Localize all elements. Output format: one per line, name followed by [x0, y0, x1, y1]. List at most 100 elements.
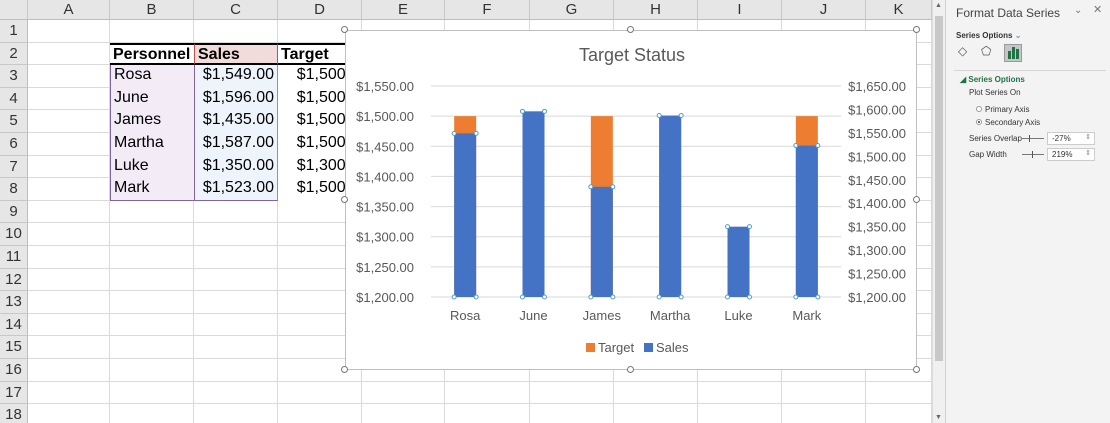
secondary-axis-tick-label: $1,500.00 [848, 149, 906, 164]
primary-axis-radio[interactable]: Primary Axis [976, 105, 1029, 115]
row-header-8[interactable]: 8 [0, 178, 28, 201]
chart-resize-handle[interactable] [913, 26, 920, 33]
series-overlap-slider[interactable] [1022, 135, 1044, 142]
primary-axis-tick-label: $1,500.00 [356, 109, 414, 124]
column-header-J[interactable]: J [782, 0, 866, 20]
selection-point [473, 294, 479, 300]
cell[interactable]: $1,350.00 [194, 155, 278, 179]
bar-sales[interactable] [659, 115, 682, 297]
cell[interactable]: Martha [110, 133, 194, 156]
chart-resize-handle[interactable] [627, 366, 634, 373]
scroll-up-icon[interactable]: ▲ [935, 2, 942, 9]
scroll-thumb[interactable] [935, 16, 943, 361]
column-header-C[interactable]: C [194, 0, 278, 20]
secondary-axis-radio[interactable]: Secondary Axis [976, 118, 1040, 128]
vertical-scrollbar[interactable]: ▲ ▼ [932, 0, 945, 423]
cell[interactable]: $1,435.00 [194, 110, 278, 133]
row-header-15[interactable]: 15 [0, 336, 28, 359]
cell[interactable]: Personnel [110, 42, 194, 66]
selection-point [747, 294, 752, 300]
row-header-4[interactable]: 4 [0, 87, 28, 111]
series-options-section-toggle[interactable]: ◢ Series Options [960, 75, 1025, 85]
series-options-dropdown[interactable]: Series Options ⌄ [956, 31, 1021, 41]
column-header-H[interactable]: H [614, 0, 698, 20]
row-header-11[interactable]: 11 [0, 246, 28, 269]
chart-canvas: Target Status $1,200.00 $1,250.00 $1,300.00… [356, 45, 906, 355]
secondary-axis-tick-label: $1,650.00 [848, 79, 906, 94]
column-header-I[interactable]: I [698, 0, 782, 20]
row-header-18[interactable]: 18 [0, 404, 28, 423]
chart-resize-handle[interactable] [913, 196, 920, 203]
secondary-axis-tick-label: $1,400.00 [848, 196, 906, 211]
series-options-chart-icon[interactable] [1004, 44, 1022, 62]
row-header-13[interactable]: 13 [0, 291, 28, 314]
bar-sales[interactable] [727, 226, 750, 297]
cell[interactable]: $1,549.00 [194, 65, 278, 88]
select-all-corner[interactable] [0, 0, 28, 20]
bar-sales[interactable] [590, 186, 613, 297]
close-icon[interactable]: ✕ [1093, 5, 1102, 16]
chart-resize-handle[interactable] [341, 26, 348, 33]
spinner-icon[interactable]: ⇕ [1085, 133, 1091, 143]
gap-width-input[interactable]: 219% ⇕ [1047, 148, 1095, 161]
bar-sales[interactable] [795, 145, 818, 297]
column-header-G[interactable]: G [530, 0, 614, 20]
series-overlap-input[interactable]: -27% ⇕ [1047, 132, 1095, 145]
row-header-10[interactable]: 10 [0, 223, 28, 246]
series-overlap-label: Series Overlap [969, 134, 1022, 143]
row-header-6[interactable]: 6 [0, 133, 28, 156]
chart-resize-handle[interactable] [627, 26, 634, 33]
row-header-9[interactable]: 9 [0, 200, 28, 224]
pane-options-chevron-icon[interactable]: ⌄ [1074, 6, 1082, 16]
chart-resize-handle[interactable] [341, 196, 348, 203]
selection-point [725, 294, 730, 300]
column-header-A[interactable]: A [28, 0, 110, 20]
row-header-14[interactable]: 14 [0, 313, 28, 337]
column-header-F[interactable]: F [445, 0, 530, 20]
section-label: Series Options [968, 75, 1025, 84]
row-header-16[interactable]: 16 [0, 359, 28, 382]
cell[interactable]: Rosa [110, 65, 194, 88]
cell[interactable]: $1,587.00 [194, 133, 278, 156]
column-header-K[interactable]: K [866, 0, 932, 20]
chart[interactable]: Target Status $1,200.00 $1,250.00 $1,300.00… [345, 30, 917, 370]
secondary-axis-tick-label: $1,550.00 [848, 126, 906, 141]
bar-sales[interactable] [522, 111, 545, 297]
overlap-value: -27% [1052, 134, 1071, 143]
cell[interactable]: Sales [194, 42, 278, 66]
scroll-down-icon[interactable]: ▼ [935, 414, 942, 421]
cell[interactable]: $1,596.00 [194, 87, 278, 111]
row-header-2[interactable]: 2 [0, 42, 28, 66]
row-header-7[interactable]: 7 [0, 155, 28, 179]
cell[interactable]: James [110, 110, 194, 133]
row-header-17[interactable]: 17 [0, 381, 28, 405]
cell[interactable]: Mark [110, 178, 194, 201]
secondary-axis-tick-label: $1,250.00 [848, 267, 906, 282]
selection-point [610, 294, 616, 300]
row-header-1[interactable]: 1 [0, 20, 28, 43]
spreadsheet-grid[interactable]: ABCDEFGHIJK 1 2 3 4 5 6 7 8 9 10 11 12 13 14 15 16 17 18 … [0, 0, 932, 423]
primary-axis-tick-label: $1,550.00 [356, 79, 414, 94]
selection-point [588, 294, 594, 300]
fill-line-icon[interactable]: ◇ [958, 45, 967, 57]
chart-resize-handle[interactable] [913, 366, 920, 373]
cell[interactable]: $1,523.00 [194, 178, 278, 201]
column-header-E[interactable]: E [362, 0, 445, 20]
cell[interactable]: Luke [110, 155, 194, 179]
effects-pentagon-icon[interactable]: ⬠ [981, 45, 991, 57]
column-header-D[interactable]: D [278, 0, 362, 20]
spinner-icon[interactable]: ⇕ [1085, 149, 1091, 159]
selection-point [815, 143, 821, 149]
selection-point [451, 130, 457, 136]
bar-sales[interactable] [454, 133, 477, 297]
selection-point [542, 108, 547, 114]
selection-point [656, 113, 662, 119]
row-header-12[interactable]: 12 [0, 268, 28, 292]
row-header-3[interactable]: 3 [0, 65, 28, 88]
chart-resize-handle[interactable] [341, 366, 348, 373]
primary-axis-tick-label: $1,200.00 [356, 290, 414, 305]
row-header-5[interactable]: 5 [0, 110, 28, 133]
column-header-B[interactable]: B [110, 0, 194, 20]
cell[interactable]: June [110, 87, 194, 111]
gap-width-slider[interactable] [1022, 151, 1044, 158]
